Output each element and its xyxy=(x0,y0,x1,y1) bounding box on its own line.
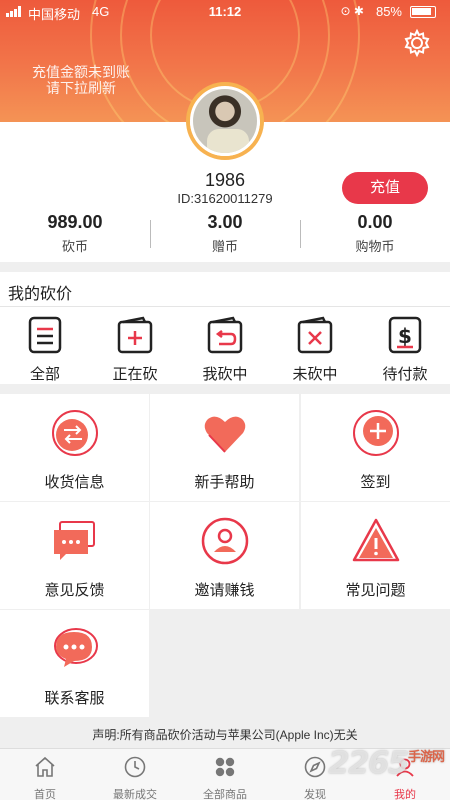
lock-rotation-icon: ⊙ ✱ xyxy=(340,4,364,18)
service-label: 邀请赚钱 xyxy=(194,582,255,599)
my-bargain-section: 我的砍价 全部 正在砍 我砍中 未砍中 $ 待付款 xyxy=(0,272,450,384)
order-tab-label: 我砍中 xyxy=(202,366,248,383)
wallet-plus-icon xyxy=(117,316,153,354)
avatar[interactable] xyxy=(190,86,260,156)
order-tab-all[interactable]: 全部 xyxy=(0,312,90,383)
person-icon xyxy=(201,517,248,565)
order-tab-label: 全部 xyxy=(29,366,60,383)
watermark-number: 2265 xyxy=(328,746,408,781)
battery-icon xyxy=(410,6,436,18)
dollar-icon: $ xyxy=(388,316,422,354)
wallet-return-icon xyxy=(207,316,243,354)
tab-all-products[interactable]: 全部商品 xyxy=(180,749,270,800)
warning-icon xyxy=(352,518,399,562)
balance-label: 购物币 xyxy=(355,239,395,254)
disclaimer-text: 声明:所有商品砍价活动与苹果公司(Apple Inc)无关 xyxy=(92,728,358,742)
tab-label: 最新成交 xyxy=(113,789,157,800)
service-label: 新手帮助 xyxy=(194,474,255,491)
grid-icon xyxy=(215,757,235,777)
balance-stats: 989.00 砍币 3.00 赠币 0.00 购物币 xyxy=(0,212,450,262)
tab-label: 发现 xyxy=(304,789,326,800)
service-address[interactable]: 收货信息 xyxy=(0,394,149,501)
refresh-notice: 充值金额未到账 请下拉刷新 xyxy=(32,64,130,96)
svg-text:$: $ xyxy=(398,324,412,348)
plus-circle-icon xyxy=(352,410,399,456)
divider xyxy=(0,306,450,307)
list-icon xyxy=(28,316,62,354)
message-icon xyxy=(53,628,98,667)
watermark-suffix: 手游网 xyxy=(407,750,445,765)
service-support[interactable]: 联系客服 xyxy=(0,610,149,717)
balance-zengbi[interactable]: 3.00 赠币 xyxy=(150,212,300,255)
balance-value: 989.00 xyxy=(47,212,103,232)
service-label: 常见问题 xyxy=(345,582,406,599)
section-title: 我的砍价 xyxy=(8,286,73,303)
heart-icon xyxy=(204,416,245,453)
site-watermark: 2265手游网 xyxy=(328,746,445,781)
wallet-x-icon xyxy=(297,316,333,354)
order-tab-lost[interactable]: 未砍中 xyxy=(270,312,360,383)
service-help[interactable]: 新手帮助 xyxy=(150,394,299,501)
balance-shopping[interactable]: 0.00 购物币 xyxy=(300,212,450,255)
order-tab-pending-payment[interactable]: $ 待付款 xyxy=(360,312,450,383)
order-tab-label: 正在砍 xyxy=(112,366,158,383)
service-label: 联系客服 xyxy=(44,690,105,707)
recharge-button[interactable]: 充值 xyxy=(342,172,428,204)
settings-gear-icon[interactable] xyxy=(402,28,432,58)
service-feedback[interactable]: 意见反馈 xyxy=(0,502,149,609)
order-tab-won[interactable]: 我砍中 xyxy=(180,312,270,383)
chat-bubbles-icon xyxy=(53,521,95,560)
battery-percent: 85% xyxy=(375,4,402,19)
order-tab-label: 未砍中 xyxy=(292,366,338,383)
balance-value: 0.00 xyxy=(357,212,393,232)
service-faq[interactable]: 常见问题 xyxy=(301,502,450,609)
home-icon xyxy=(35,756,55,777)
service-invite[interactable]: 邀请赚钱 xyxy=(150,502,299,609)
tab-latest-deals[interactable]: 最新成交 xyxy=(90,749,180,800)
clock-icon xyxy=(124,756,146,778)
service-label: 收货信息 xyxy=(44,474,105,491)
service-label: 签到 xyxy=(360,474,391,491)
balance-kanbi[interactable]: 989.00 砍币 xyxy=(0,212,150,255)
balance-value: 3.00 xyxy=(207,212,243,232)
balance-label: 赠币 xyxy=(211,239,238,254)
tab-label: 我的 xyxy=(394,789,416,800)
balance-label: 砍币 xyxy=(61,239,88,254)
service-checkin[interactable]: 签到 xyxy=(301,394,450,501)
tab-label: 全部商品 xyxy=(203,789,247,800)
compass-icon xyxy=(304,756,326,778)
order-tab-label: 待付款 xyxy=(382,366,428,383)
service-label: 意见反馈 xyxy=(44,582,105,599)
swap-arrows-icon xyxy=(51,410,98,456)
order-tab-in-progress[interactable]: 正在砍 xyxy=(90,312,180,383)
tab-label: 首页 xyxy=(34,789,56,800)
status-bar: 中国移动 4G 11:12 ⊙ ✱ 85% xyxy=(0,0,450,24)
tab-home[interactable]: 首页 xyxy=(0,749,90,800)
